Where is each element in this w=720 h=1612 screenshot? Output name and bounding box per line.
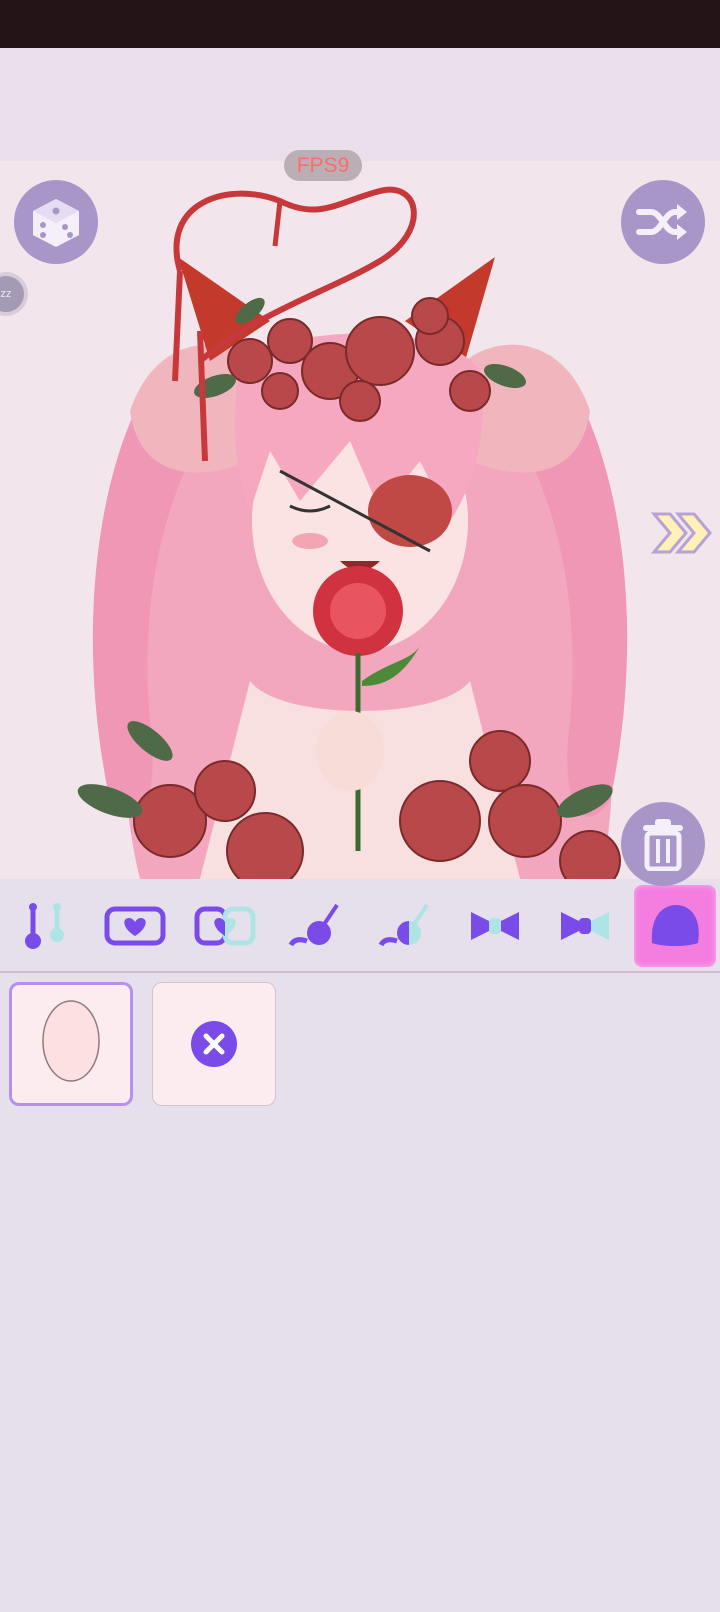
shuffle-button[interactable] <box>621 180 705 264</box>
tab-bubble-wand[interactable] <box>274 885 356 967</box>
none-option[interactable] <box>152 982 276 1106</box>
double-chevron-right-icon <box>650 512 712 554</box>
character-canvas[interactable] <box>0 161 720 879</box>
close-icon <box>191 1021 237 1067</box>
sleep-label: zz <box>0 288 12 300</box>
tab-blob-shape[interactable] <box>634 885 716 967</box>
random-dice-button[interactable] <box>14 180 98 264</box>
dice-icon <box>33 199 79 247</box>
slider-toggle-icon <box>25 903 64 949</box>
tab-bow[interactable] <box>454 885 536 967</box>
tab-slider-toggle[interactable] <box>4 885 86 967</box>
tab-heart-frame[interactable] <box>94 885 176 967</box>
fps-counter: FPS9 <box>284 150 362 181</box>
status-bar <box>0 0 720 48</box>
bubble-wand-icon <box>288 903 339 947</box>
trash-icon <box>643 819 683 871</box>
character-illustration <box>77 186 628 879</box>
next-page-button[interactable] <box>650 510 714 556</box>
heart-frame-icon <box>104 906 166 946</box>
tab-heart-frame-split[interactable] <box>184 885 266 967</box>
blob-shape-icon <box>651 905 699 946</box>
delete-button[interactable] <box>621 802 705 886</box>
bow-icon <box>471 912 519 940</box>
face-shape-icon <box>42 1000 100 1082</box>
shuffle-icon <box>636 204 687 240</box>
face-shape-option[interactable] <box>9 982 133 1106</box>
header-band <box>0 48 720 161</box>
tab-bubble-wand-split[interactable] <box>364 885 446 967</box>
option-panel <box>0 973 720 1612</box>
category-toolbar <box>0 879 720 973</box>
bubble-wand-split-icon <box>378 903 429 947</box>
heart-frame-split-icon <box>194 906 256 946</box>
bow-split-icon <box>561 912 609 940</box>
tab-bow-split[interactable] <box>544 885 626 967</box>
